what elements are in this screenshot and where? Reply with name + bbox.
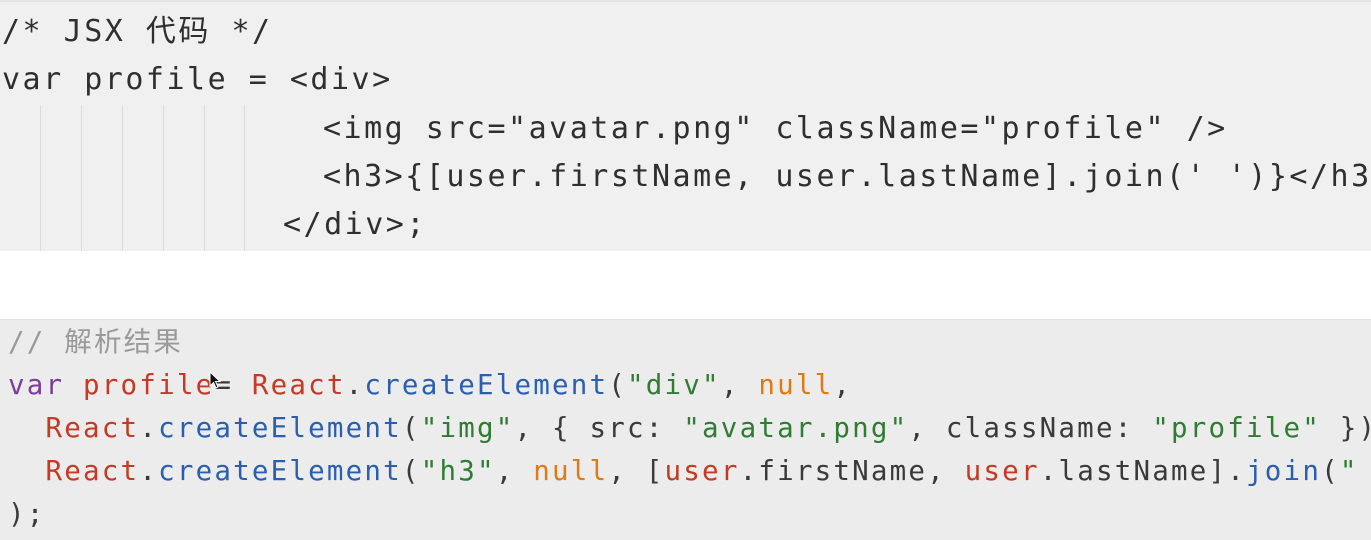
indent-guide: [122, 105, 123, 251]
punctuation: , className:: [908, 412, 1153, 444]
result-line-3: React.createElement("h3", null, [user.fi…: [8, 453, 1371, 489]
paren: (: [1321, 455, 1340, 487]
property-name: lastName: [1058, 455, 1209, 487]
identifier-react: React: [45, 412, 140, 444]
result-code-block: // 解析结果 var profile= React.createElement…: [0, 319, 1371, 540]
result-line-1: var profile= React.createElement("div", …: [8, 367, 852, 403]
jsx-line-2: <img src="avatar.png" className="profile…: [323, 111, 1228, 146]
paren: (: [401, 412, 421, 444]
punctuation: ,: [720, 369, 759, 401]
jsx-code-block: /* JSX 代码 */ var profile = <div> <img sr…: [0, 0, 1371, 251]
indent-guide: [40, 105, 41, 251]
dot: .: [345, 369, 365, 401]
punctuation: , [: [608, 455, 665, 487]
function-name: createElement: [158, 455, 402, 487]
result-line-2: React.createElement("img", { src: "avata…: [8, 410, 1371, 446]
string-literal: "h3": [420, 455, 496, 487]
keyword-var: var: [8, 369, 65, 401]
string-literal: "img": [420, 412, 515, 444]
property-name: firstName: [758, 455, 928, 487]
function-name: join: [1246, 455, 1322, 487]
function-name: createElement: [158, 412, 402, 444]
string-literal: "avatar.png": [683, 412, 909, 444]
indent-guide: [244, 105, 245, 251]
punctuation: , { src:: [514, 412, 684, 444]
result-line-4: );: [8, 498, 46, 530]
result-comment: // 解析结果: [8, 326, 184, 358]
punctuation: }),: [1339, 412, 1371, 444]
indent-guide: [81, 105, 82, 251]
jsx-line-4: </div>;: [283, 207, 427, 242]
paren: (: [608, 369, 628, 401]
identifier-user: user: [964, 455, 1040, 487]
string-literal: " ": [1339, 455, 1359, 487]
identifier-react: React: [251, 369, 346, 401]
function-name: createElement: [364, 369, 609, 401]
punctuation: ,: [833, 369, 853, 401]
string-literal: "profile": [1152, 412, 1322, 444]
dot: .: [139, 412, 159, 444]
paren: (: [401, 455, 421, 487]
indent-guide: [163, 105, 164, 251]
identifier-user: user: [664, 455, 740, 487]
jsx-line-1: var profile = <div>: [2, 62, 393, 97]
indent-guide: [204, 105, 205, 251]
punctuation: ,: [495, 455, 534, 487]
punctuation: ].: [1208, 455, 1247, 487]
jsx-line-3: <h3>{[user.firstName, user.lastName].joi…: [323, 159, 1371, 194]
indent-guides: [0, 105, 300, 251]
string-literal: "div": [627, 369, 721, 401]
dot: .: [139, 455, 159, 487]
identifier-react: React: [45, 455, 140, 487]
punctuation: ,: [927, 455, 965, 487]
jsx-comment: /* JSX 代码 */: [2, 14, 273, 49]
identifier-profile: profile: [64, 369, 215, 401]
dot: .: [739, 455, 759, 487]
null-literal: null: [533, 455, 609, 487]
null-literal: null: [758, 369, 834, 401]
dot: .: [1039, 455, 1059, 487]
mouse-cursor-icon: [209, 371, 221, 389]
